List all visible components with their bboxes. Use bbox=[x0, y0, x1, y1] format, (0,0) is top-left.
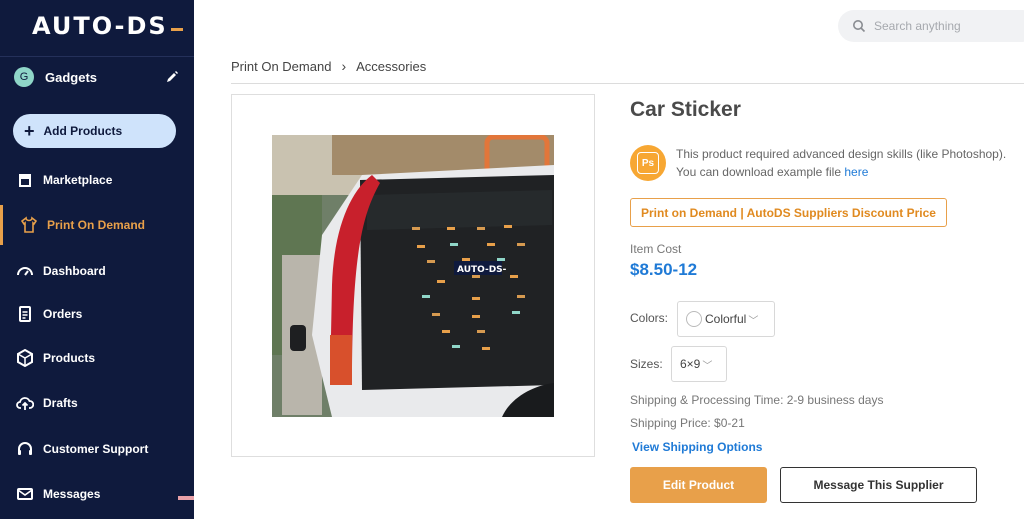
sidebar-item-label: Messages bbox=[43, 487, 101, 501]
pencil-icon[interactable] bbox=[164, 69, 180, 85]
search-input[interactable] bbox=[874, 19, 1024, 33]
sidebar-divider bbox=[0, 56, 194, 57]
sidebar-item-products[interactable]: Products bbox=[0, 338, 194, 378]
chevron-down-icon: ﹀ bbox=[748, 315, 759, 327]
add-products-label: Add Products bbox=[43, 124, 123, 138]
view-shipping-options-link[interactable]: View Shipping Options bbox=[632, 440, 762, 454]
clipboard-icon bbox=[19, 306, 31, 322]
photoshop-icon: Ps bbox=[630, 145, 666, 181]
sidebar-item-label: Print On Demand bbox=[47, 218, 146, 232]
header-divider bbox=[231, 83, 1024, 84]
edit-product-button[interactable]: Edit Product bbox=[630, 467, 767, 503]
sidebar-item-marketplace[interactable]: Marketplace bbox=[0, 160, 194, 200]
design-skills-notice: This product required advanced design sk… bbox=[676, 145, 1024, 181]
sidebar-item-label: Marketplace bbox=[43, 173, 113, 187]
sidebar-item-print-on-demand[interactable]: Print On Demand bbox=[0, 205, 194, 245]
sidebar-item-customer-support[interactable]: Customer Support bbox=[0, 429, 194, 469]
store-name: Gadgets bbox=[45, 69, 98, 85]
sidebar-item-label: Products bbox=[43, 351, 96, 365]
sidebar-item-messages[interactable]: Messages bbox=[0, 474, 194, 514]
sidebar-item-label: Drafts bbox=[43, 396, 78, 410]
item-cost-label: Item Cost bbox=[630, 242, 682, 256]
sizes-value: 6×9 bbox=[680, 357, 701, 371]
breadcrumb-current: Accessories bbox=[356, 58, 427, 74]
sidebar-item-label: Dashboard bbox=[43, 264, 106, 278]
breadcrumb: Print On Demand › Accessories bbox=[231, 58, 426, 74]
shirt-icon bbox=[20, 216, 38, 233]
shipping-time: Shipping & Processing Time: 2-9 business… bbox=[630, 393, 884, 407]
product-title: Car Sticker bbox=[630, 98, 741, 121]
sidebar-item-label: Orders bbox=[43, 307, 83, 321]
plus-icon: + bbox=[24, 121, 35, 141]
product-image-panel: AUTO-DS- bbox=[231, 94, 595, 457]
box-icon bbox=[17, 349, 33, 367]
sidebar-item-dashboard[interactable]: Dashboard bbox=[0, 251, 194, 291]
colors-label: Colors: bbox=[630, 311, 669, 325]
headset-icon bbox=[18, 442, 32, 455]
breadcrumb-parent[interactable]: Print On Demand bbox=[231, 59, 331, 74]
sizes-label: Sizes: bbox=[630, 357, 663, 371]
cloud-upload-icon bbox=[16, 397, 34, 410]
store-selector[interactable]: G Gadgets bbox=[14, 66, 180, 88]
product-image[interactable]: AUTO-DS- bbox=[272, 135, 554, 417]
notice-line-2: You can download example file bbox=[676, 165, 842, 179]
sidebar-item-label: Customer Support bbox=[43, 442, 149, 456]
store-icon bbox=[19, 174, 31, 187]
message-supplier-button[interactable]: Message This Supplier bbox=[780, 467, 977, 503]
item-cost-value: $8.50-12 bbox=[630, 260, 698, 279]
pod-discount-tag: Print on Demand | AutoDS Suppliers Disco… bbox=[630, 198, 947, 227]
scroll-indicator bbox=[178, 496, 194, 500]
search-icon bbox=[853, 20, 866, 33]
sidebar: AUTO-DS G Gadgets + Add Products Marketp… bbox=[0, 0, 194, 519]
download-example-link[interactable]: here bbox=[844, 165, 868, 179]
gauge-icon bbox=[17, 267, 33, 276]
photoshop-label: Ps bbox=[637, 152, 659, 174]
sidebar-item-drafts[interactable]: Drafts bbox=[0, 383, 194, 423]
sticker-logo-text: AUTO-DS- bbox=[457, 265, 507, 275]
sizes-select[interactable]: 6×9 ﹀ bbox=[671, 346, 727, 382]
search-bar[interactable] bbox=[838, 10, 1024, 42]
car-sticker-photo: AUTO-DS- bbox=[272, 135, 554, 417]
store-avatar: G bbox=[14, 67, 34, 87]
colors-value: Colorful bbox=[705, 312, 747, 326]
notice-line-1: This product required advanced design sk… bbox=[676, 147, 1007, 161]
add-products-button[interactable]: + Add Products bbox=[13, 114, 176, 148]
chevron-right-icon: › bbox=[341, 58, 347, 74]
chevron-down-icon: ﹀ bbox=[702, 360, 713, 372]
colors-select[interactable]: Colorful ﹀ bbox=[677, 301, 775, 337]
sidebar-item-orders[interactable]: Orders bbox=[0, 294, 194, 334]
color-swatch bbox=[686, 311, 702, 327]
mail-icon bbox=[17, 488, 33, 500]
app-window: AUTO-DS G Gadgets + Add Products Marketp… bbox=[0, 0, 1024, 519]
shipping-price: Shipping Price: $0-21 bbox=[630, 416, 745, 430]
autods-logo[interactable]: AUTO-DS bbox=[32, 12, 183, 40]
